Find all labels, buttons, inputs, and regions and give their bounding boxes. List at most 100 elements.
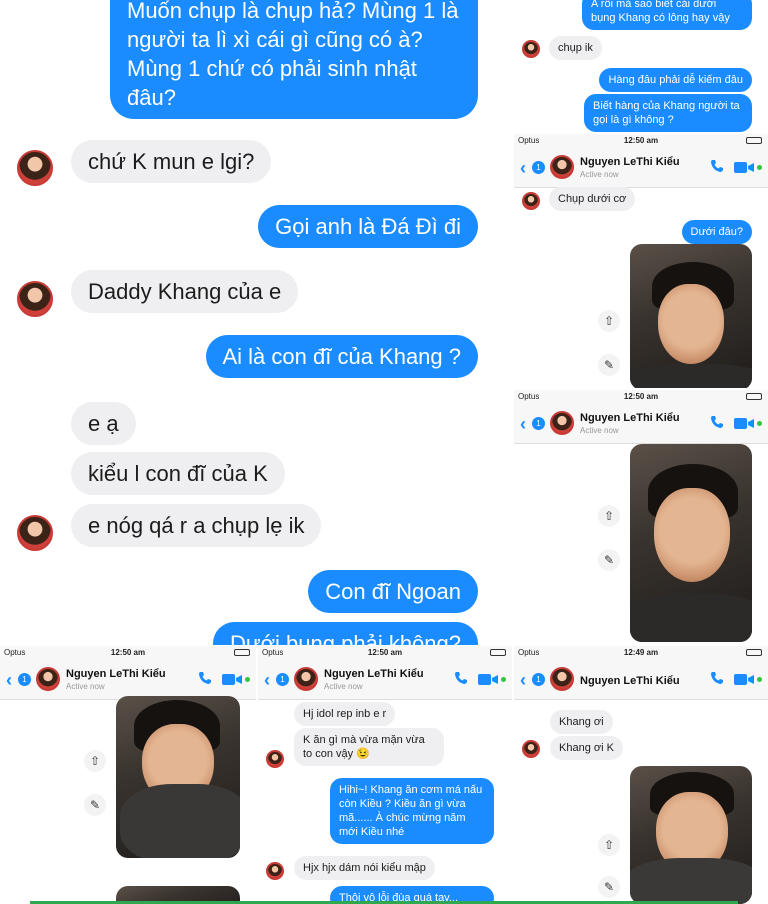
battery-icon [234, 649, 250, 656]
battery-icon [490, 649, 506, 656]
contact-name[interactable]: Nguyen LeThi Kiểu [580, 675, 680, 687]
phone-icon[interactable] [710, 671, 724, 685]
clock-label: 12:50 am [623, 136, 659, 145]
share-icon[interactable]: ⇧ [84, 750, 106, 772]
incoming-message: Hjx hjx dám nói kiểu mập [294, 856, 435, 880]
outgoing-message: Gọi anh là Đá Đì đi [258, 205, 478, 248]
chat-header: ‹ 1 Nguyen LeThi Kiểu Active now [514, 148, 768, 188]
photo-attachment[interactable] [630, 244, 752, 388]
back-icon[interactable]: ‹ [520, 415, 526, 433]
clock-label: 12:49 am [623, 648, 659, 657]
unread-badge: 1 [532, 161, 545, 174]
active-status: Active now [580, 170, 619, 179]
contact-avatar [522, 740, 540, 758]
outgoing-message: Muốn chụp là chụp hả? Mùng 1 là người ta… [110, 0, 478, 119]
chat-snippet-panel: A rồi mà sao biết cái dưới bụng Khang có… [514, 0, 768, 134]
incoming-message: kiểu l con đĩ của K [71, 452, 285, 495]
contact-avatar[interactable] [550, 411, 574, 435]
back-icon[interactable]: ‹ [520, 671, 526, 689]
phone-icon[interactable] [710, 159, 724, 173]
chat-screenshot-panel: Optus 12:50 am ‹ 1 Nguyen LeThi Kiểu Act… [0, 646, 256, 904]
contact-avatar [266, 862, 284, 880]
chat-header: ‹ 1 Nguyen LeThi Kiểu Active now [0, 660, 256, 700]
battery-icon [746, 649, 762, 656]
status-bar: Optus 12:50 am [0, 646, 256, 660]
outgoing-message: Hàng đâu phải dễ kiếm đâu [599, 68, 752, 92]
edit-icon[interactable]: ✎ [598, 354, 620, 376]
edit-icon[interactable]: ✎ [598, 549, 620, 571]
photo-attachment[interactable] [630, 444, 752, 642]
incoming-message: chứ K mun e lgi? [71, 140, 272, 183]
chat-header: ‹ 1 Nguyen LeThi Kiểu [514, 660, 768, 700]
chat-screenshot-panel: Optus 12:50 am ‹ 1 Nguyen LeThi Kiểu Act… [258, 646, 512, 904]
back-icon[interactable]: ‹ [6, 671, 12, 689]
active-status: Active now [580, 426, 619, 435]
incoming-message: Daddy Khang của e [71, 270, 299, 313]
incoming-message: e nóg qá r a chụp lẹ ik [71, 504, 322, 547]
edit-icon[interactable]: ✎ [84, 794, 106, 816]
contact-avatar [522, 192, 540, 210]
online-indicator [757, 421, 762, 426]
status-bar: Optus 12:50 am [514, 390, 768, 404]
incoming-message: Khang ơi [550, 710, 613, 734]
contact-name[interactable]: Nguyen LeThi Kiểu [66, 668, 166, 680]
incoming-message: Chụp dưới cơ [549, 187, 636, 211]
video-icon[interactable] [222, 674, 242, 685]
contact-avatar[interactable] [550, 155, 574, 179]
phone-icon[interactable] [198, 671, 212, 685]
photo-attachment[interactable] [116, 696, 240, 858]
status-bar: Optus 12:50 am [514, 134, 768, 148]
online-indicator [245, 677, 250, 682]
share-icon[interactable]: ⇧ [598, 505, 620, 527]
back-icon[interactable]: ‹ [520, 159, 526, 177]
contact-avatar[interactable] [294, 667, 318, 691]
contact-name[interactable]: Nguyen LeThi Kiểu [580, 156, 680, 168]
outgoing-message: Dưới đâu? [681, 220, 752, 244]
contact-name[interactable]: Nguyen LeThi Kiểu [580, 412, 680, 424]
unread-badge: 1 [532, 673, 545, 686]
online-indicator [757, 677, 762, 682]
phone-icon[interactable] [710, 415, 724, 429]
unread-badge: 1 [18, 673, 31, 686]
incoming-message: K ăn gì mà vừa mặn vừa to con vậy 😉 [294, 728, 444, 766]
contact-name[interactable]: Nguyen LeThi Kiểu [324, 668, 424, 680]
video-icon[interactable] [734, 162, 754, 173]
incoming-message: e ạ [71, 402, 136, 445]
outgoing-message: A rồi mà sao biết cái dưới bụng Khang có… [582, 0, 752, 30]
active-status: Active now [324, 682, 363, 691]
chat-screenshot-panel: Optus 12:50 am ‹ 1 Nguyen LeThi Kiểu Act… [514, 390, 768, 644]
incoming-message: Khang ơi K [550, 736, 623, 760]
edit-icon[interactable]: ✎ [598, 876, 620, 898]
back-icon[interactable]: ‹ [264, 671, 270, 689]
contact-avatar [17, 281, 53, 317]
online-indicator [757, 165, 762, 170]
chat-screenshot-panel: Optus 12:50 am ‹ 1 Nguyen LeThi Kiểu Act… [514, 134, 768, 388]
contact-avatar [522, 40, 540, 58]
phone-icon[interactable] [454, 671, 468, 685]
share-icon[interactable]: ⇧ [598, 310, 620, 332]
battery-icon [746, 393, 762, 400]
battery-icon [746, 137, 762, 144]
video-icon[interactable] [478, 674, 498, 685]
contact-avatar [17, 515, 53, 551]
chat-screenshot-panel: Optus 12:49 am ‹ 1 Nguyen LeThi Kiểu Kha… [514, 646, 768, 904]
chat-header: ‹ 1 Nguyen LeThi Kiểu Active now [514, 404, 768, 444]
video-icon[interactable] [734, 418, 754, 429]
incoming-message: chụp ik [549, 36, 602, 60]
clock-label: 12:50 am [367, 648, 403, 657]
chat-header: ‹ 1 Nguyen LeThi Kiểu Active now [258, 660, 512, 700]
photo-attachment[interactable] [630, 766, 752, 904]
contact-avatar[interactable] [36, 667, 60, 691]
active-status: Active now [66, 682, 105, 691]
main-chat-panel: Muốn chụp là chụp hả? Mùng 1 là người ta… [0, 0, 512, 645]
contact-avatar[interactable] [550, 667, 574, 691]
share-icon[interactable]: ⇧ [598, 834, 620, 856]
outgoing-message: Biết hàng của Khang người ta gọi là gì k… [584, 94, 752, 132]
outgoing-message: Hihi~! Khang ăn cơm má nấu còn Kiều ? Ki… [330, 778, 494, 844]
video-icon[interactable] [734, 674, 754, 685]
contact-avatar [266, 750, 284, 768]
status-bar: Optus 12:50 am [258, 646, 512, 660]
outgoing-message: Dưới bụng phải không? [213, 622, 478, 645]
online-indicator [501, 677, 506, 682]
clock-label: 12:50 am [110, 648, 146, 657]
